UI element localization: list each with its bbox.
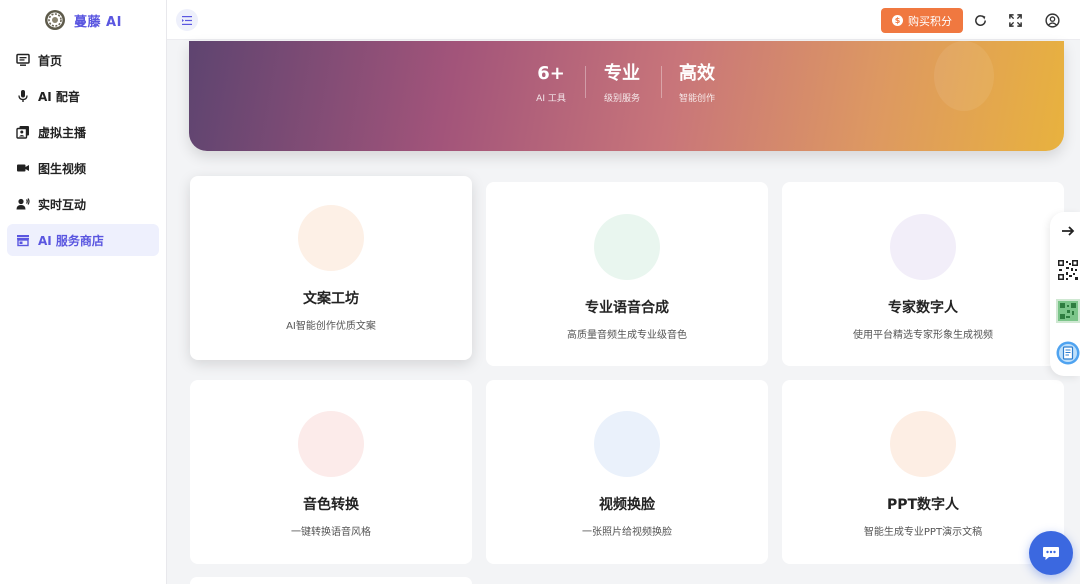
menu-fold-icon (182, 15, 192, 25)
chat-bubble-icon (1041, 543, 1061, 563)
stat-tools: 6+ AI 工具 (526, 63, 576, 104)
card-title: PPT数字人 (886, 497, 960, 513)
stat-value: 专业 (604, 63, 640, 84)
video-camera-icon (16, 161, 30, 175)
refresh-button[interactable] (970, 10, 990, 30)
user-voice-icon (16, 197, 30, 211)
stat-label: 级别服务 (603, 94, 640, 104)
card-title: 音色转换 (303, 497, 359, 513)
service-card-ppt-avatar[interactable]: PPT数字人 智能生成专业PPT演示文稿 (782, 380, 1064, 564)
gallery-icon (16, 125, 30, 139)
card-title: 文案工坊 (303, 291, 359, 307)
sidebar-nav: 首页 AI 配音 虚拟主播 图生视频 实时互动 AI 服务商店 (0, 40, 166, 256)
store-icon (16, 233, 30, 247)
mini-program-qr-icon (1055, 298, 1080, 323)
card-title: 专家数字人 (888, 300, 958, 316)
qr-code-icon (1056, 258, 1079, 281)
service-card-voice-conversion[interactable]: 音色转换 一键转换语音风格 (190, 380, 472, 564)
user-account-button[interactable] (1042, 10, 1062, 30)
service-card-partial[interactable] (190, 577, 472, 584)
vine-logo-icon (44, 9, 66, 31)
sidebar-item-ai-store[interactable]: AI 服务商店 (7, 224, 159, 256)
card-illustration (298, 205, 364, 271)
sidebar: 蔓藤 AI 首页 AI 配音 虚拟主播 图生视频 实时互动 AI 服务商店 (0, 0, 167, 584)
sidebar-item-label: 虚拟主播 (38, 125, 87, 140)
card-description: 使用平台精选专家形象生成视频 (853, 330, 993, 341)
card-description: 智能生成专业PPT演示文稿 (863, 527, 983, 538)
sidebar-item-label: AI 服务商店 (38, 233, 104, 248)
document-icon (1056, 341, 1080, 365)
arrow-right-icon (1060, 223, 1076, 239)
user-circle-icon (1044, 12, 1060, 28)
sidebar-item-label: 实时互动 (38, 197, 87, 212)
top-header: $ 购买积分 (167, 0, 1080, 40)
stat-value: 高效 (679, 63, 715, 84)
card-title: 专业语音合成 (585, 300, 669, 316)
brand-name: 蔓藤 AI (74, 14, 122, 30)
fullscreen-button[interactable] (1005, 10, 1025, 30)
stat-value: 6+ (537, 63, 565, 84)
buy-points-button[interactable]: $ 购买积分 (881, 8, 963, 33)
sidebar-item-realtime-interaction[interactable]: 实时互动 (7, 188, 159, 220)
stat-professional: 专业 级别服务 (596, 63, 648, 104)
sidebar-item-label: 首页 (38, 53, 63, 68)
service-card-expert-avatar[interactable]: 专家数字人 使用平台精选专家形象生成视频 (782, 182, 1064, 366)
sidebar-item-virtual-anchor[interactable]: 虚拟主播 (7, 116, 159, 148)
card-description: 高质量音频生成专业级音色 (567, 330, 687, 341)
brand[interactable]: 蔓藤 AI (0, 0, 166, 40)
monitor-icon (16, 53, 30, 67)
service-card-voice-synthesis[interactable]: 专业语音合成 高质量音频生成专业级音色 (486, 182, 768, 366)
mini-program-button[interactable] (1055, 298, 1080, 323)
stat-label: 智能创作 (678, 94, 715, 104)
hero-banner: 6+ AI 工具 专业 级别服务 高效 智能创作 (189, 41, 1064, 151)
refresh-icon (973, 13, 988, 28)
card-illustration (298, 411, 364, 477)
chat-support-button[interactable] (1029, 531, 1073, 575)
buy-points-label: 购买积分 (908, 14, 952, 28)
sidebar-item-ai-voice[interactable]: AI 配音 (7, 80, 159, 112)
floating-toolbar (1050, 212, 1080, 376)
stat-divider (661, 66, 662, 98)
stat-efficient: 高效 智能创作 (671, 63, 723, 104)
service-card-copywriting[interactable]: 文案工坊 AI智能创作优质文案 (190, 176, 472, 360)
card-description: 一张照片给视频换脸 (582, 527, 672, 538)
document-button[interactable] (1055, 340, 1080, 365)
fullscreen-icon (1008, 13, 1023, 28)
microphone-icon (16, 89, 30, 103)
card-illustration (890, 214, 956, 280)
stat-label: AI 工具 (536, 94, 566, 104)
card-title: 视频换脸 (599, 497, 655, 513)
coin-icon: $ (892, 15, 903, 26)
sidebar-item-image-to-video[interactable]: 图生视频 (7, 152, 159, 184)
card-illustration (594, 411, 660, 477)
banner-decoration (934, 41, 994, 111)
card-illustration (594, 214, 660, 280)
card-description: 一键转换语音风格 (291, 527, 371, 538)
sidebar-item-label: AI 配音 (38, 89, 80, 104)
sidebar-item-label: 图生视频 (38, 161, 87, 176)
card-description: AI智能创作优质文案 (286, 321, 376, 332)
qr-code-button[interactable] (1055, 257, 1080, 282)
stat-divider (585, 66, 586, 98)
expand-toolbar-button[interactable] (1055, 218, 1080, 243)
sidebar-toggle-button[interactable] (176, 9, 198, 31)
card-illustration (890, 411, 956, 477)
sidebar-item-home[interactable]: 首页 (7, 44, 159, 76)
service-card-face-swap[interactable]: 视频换脸 一张照片给视频换脸 (486, 380, 768, 564)
